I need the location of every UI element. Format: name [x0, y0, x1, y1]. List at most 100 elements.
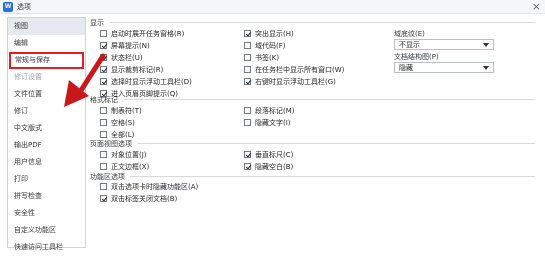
checkbox-crop-marks[interactable]: 显示裁剪标记(R) [100, 65, 163, 74]
title-bar: W 选项 × [0, 0, 545, 14]
checkbox-label: 空格(S) [111, 118, 135, 127]
checkbox-label: 双击选项卡时隐藏功能区(A) [111, 182, 199, 191]
checkbox-dblclick-hide-ribbon[interactable]: 双击选项卡时隐藏功能区(A) [100, 182, 198, 191]
sidebar-item-revision-settings[interactable]: 修订设置 [8, 69, 85, 86]
sidebar-item-general-save[interactable]: 常规与保存 [9, 52, 84, 69]
window-title: 选项 [17, 2, 31, 11]
sidebar-item-chinese-layout[interactable]: 中文版式 [8, 120, 85, 137]
checkbox-label: 在任务栏中显示所有窗口(W) [255, 65, 345, 74]
page-view-group-divider [138, 143, 535, 144]
app-icon: W [3, 1, 13, 12]
sidebar-item-view[interactable]: 视图 [8, 18, 85, 35]
checkbox-box[interactable] [244, 66, 251, 73]
checkbox-label: 垂直标尺(C) [255, 150, 294, 159]
checkbox-box[interactable] [244, 42, 251, 49]
sidebar-item-customize-ribbon[interactable]: 自定义功能区 [8, 222, 85, 239]
checkbox-label: 进入页眉页脚提示(Q) [111, 89, 178, 98]
sidebar-item-print[interactable]: 打印 [8, 171, 85, 188]
close-icon[interactable]: × [532, 1, 541, 12]
checkbox-paragraph-marks[interactable]: 段落标记(M) [244, 106, 295, 115]
checkbox-box[interactable] [100, 107, 107, 114]
doc-map-label: 文档结构图(P) [394, 53, 439, 61]
checkbox-label: 书签(K) [255, 53, 280, 62]
checkbox-box[interactable] [244, 119, 251, 126]
checkbox-label: 隐藏文字(I) [255, 118, 291, 127]
sidebar-item-file-locations[interactable]: 文件位置 [8, 86, 85, 103]
checkbox-highlight[interactable]: 突出显示(H) [244, 29, 294, 38]
sidebar-item-security[interactable]: 安全性 [8, 205, 85, 222]
format-marks-group-title: 格式标记 [90, 96, 118, 104]
checkbox-label: 隐藏空白(B) [255, 162, 294, 171]
checkbox-box[interactable] [100, 54, 107, 61]
checkbox-label: 正文边框(X) [111, 162, 150, 171]
checkbox-all-windows-taskbar[interactable]: 在任务栏中显示所有窗口(W) [244, 65, 344, 74]
checkbox-all-marks[interactable]: 全部(L) [100, 130, 134, 139]
checkbox-floating-toolbar-select[interactable]: 选择时显示浮动工具栏(D) [100, 77, 192, 86]
checkbox-label: 双击标签关闭文档(B) [111, 194, 178, 203]
chevron-down-icon [483, 66, 489, 70]
checkbox-screen-tips[interactable]: 屏幕提示(N) [100, 41, 150, 50]
checkbox-expand-task-pane[interactable]: 启动时展开任务窗格(R) [100, 29, 184, 38]
sidebar-item-spell-check[interactable]: 拼写检查 [8, 188, 85, 205]
checkbox-box[interactable] [100, 30, 107, 37]
checkbox-bookmarks[interactable]: 书签(K) [244, 53, 279, 62]
doc-map-value: 隐藏 [399, 63, 413, 72]
page-view-group-title: 页面视图选项 [90, 140, 132, 148]
checkbox-box[interactable] [244, 30, 251, 37]
checkbox-spaces[interactable]: 空格(S) [100, 118, 135, 127]
checkbox-box[interactable] [100, 163, 107, 170]
field-shading-select[interactable]: 不显示 [394, 39, 494, 50]
doc-map-select[interactable]: 隐藏 [394, 62, 494, 73]
checkbox-label: 全部(L) [111, 130, 135, 139]
checkbox-field-codes[interactable]: 域代码(F) [244, 41, 286, 50]
sidebar-item-quick-access-toolbar[interactable]: 快速访问工具栏 [8, 239, 85, 256]
checkbox-object-anchors[interactable]: 对象位置(J) [100, 150, 147, 159]
checkbox-label: 域代码(F) [255, 41, 286, 50]
sidebar-item-edit[interactable]: 编辑 [8, 35, 85, 52]
checkbox-box[interactable] [244, 107, 251, 114]
checkbox-box[interactable] [100, 151, 107, 158]
sidebar-item-user-info[interactable]: 用户信息 [8, 154, 85, 171]
checkbox-box[interactable] [100, 183, 107, 190]
field-shading-label: 域底纹(E) [394, 30, 425, 38]
checkbox-box[interactable] [100, 66, 107, 73]
display-group-divider [110, 22, 535, 23]
checkbox-label: 制表符(T) [111, 106, 142, 115]
checkbox-label: 右键时显示浮动工具栏(G) [255, 77, 336, 86]
checkbox-label: 屏幕提示(N) [111, 41, 150, 50]
checkbox-label: 对象位置(J) [111, 150, 147, 159]
checkbox-label: 选择时显示浮动工具栏(D) [111, 77, 192, 86]
ribbon-group-title: 功能区选项 [90, 173, 125, 181]
checkbox-label: 突出显示(H) [255, 29, 294, 38]
checkbox-box[interactable] [100, 78, 107, 85]
checkbox-box[interactable] [100, 195, 107, 202]
checkbox-label: 启动时展开任务窗格(R) [111, 29, 185, 38]
checkbox-box[interactable] [244, 163, 251, 170]
sidebar-item-revisions[interactable]: 修订 [8, 103, 85, 120]
options-main-panel: 显示 启动时展开任务窗格(R) 屏幕提示(N) 状态栏(U) 显示裁剪标记(R)… [88, 17, 540, 263]
checkbox-dblclick-close-doc[interactable]: 双击标签关闭文档(B) [100, 194, 177, 203]
checkbox-hide-whitespace[interactable]: 隐藏空白(B) [244, 162, 293, 171]
display-group-title: 显示 [90, 19, 104, 27]
ribbon-group-divider [130, 176, 535, 177]
checkbox-label: 段落标记(M) [255, 106, 295, 115]
checkbox-status-bar[interactable]: 状态栏(U) [100, 53, 143, 62]
checkbox-box[interactable] [244, 151, 251, 158]
checkbox-box[interactable] [100, 119, 107, 126]
checkbox-label: 状态栏(U) [111, 53, 143, 62]
checkbox-box[interactable] [100, 131, 107, 138]
checkbox-text-boundaries[interactable]: 正文边框(X) [100, 162, 149, 171]
checkbox-vertical-ruler[interactable]: 垂直标尺(C) [244, 150, 293, 159]
checkbox-tab-chars[interactable]: 制表符(T) [100, 106, 142, 115]
checkbox-hidden-text[interactable]: 隐藏文字(I) [244, 118, 291, 127]
checkbox-box[interactable] [100, 42, 107, 49]
checkbox-label: 显示裁剪标记(R) [111, 65, 164, 74]
checkbox-box[interactable] [244, 54, 251, 61]
chevron-down-icon [483, 43, 489, 47]
checkbox-floating-toolbar-rightclick[interactable]: 右键时显示浮动工具栏(G) [244, 77, 336, 86]
format-marks-group-divider [124, 99, 535, 100]
checkbox-box[interactable] [244, 78, 251, 85]
sidebar-item-export-pdf[interactable]: 输出PDF [8, 137, 85, 154]
options-sidebar: 视图 编辑 常规与保存 修订设置 文件位置 修订 中文版式 输出PDF 用户信息… [7, 17, 86, 251]
field-shading-value: 不显示 [399, 40, 420, 49]
